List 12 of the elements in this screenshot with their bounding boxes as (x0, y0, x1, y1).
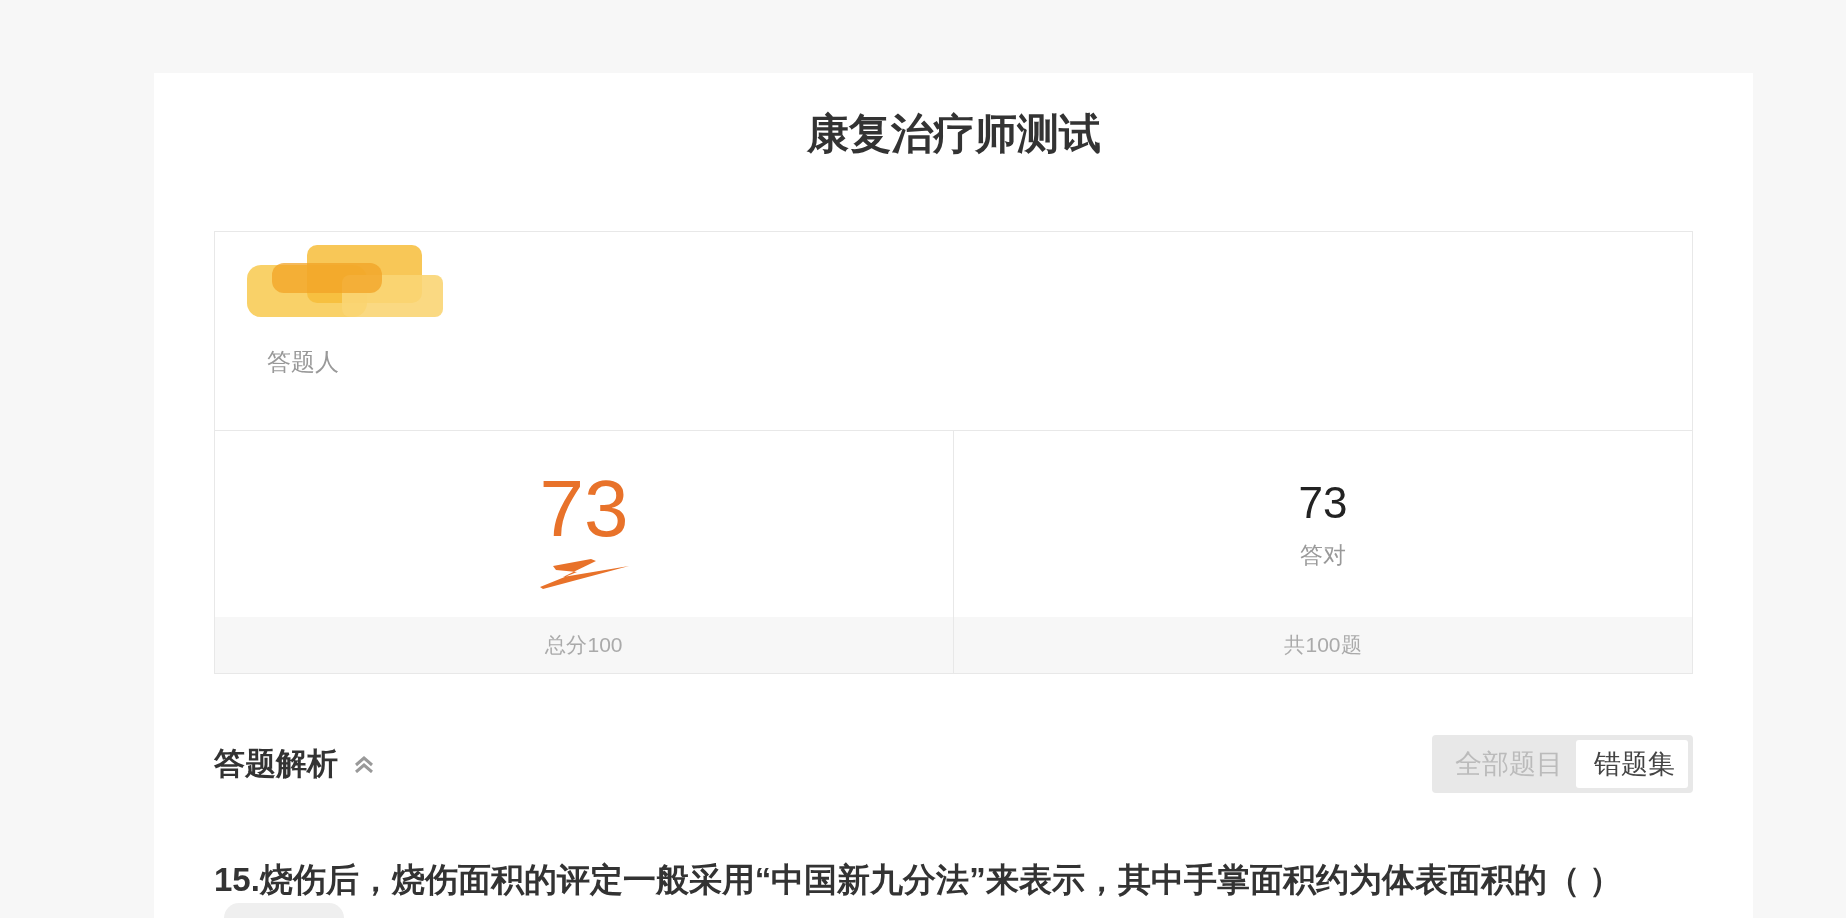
stat-footer: 共100题 (954, 617, 1692, 673)
correct-count: 73 (1298, 479, 1348, 527)
section-title: 答题解析 (214, 745, 338, 783)
correct-label: 答对 (1300, 541, 1346, 569)
page-title: 康复治疗师测试 (805, 109, 1102, 159)
score-value: 73 (539, 469, 629, 549)
question-text: 15.烧伤后，烧伤面积的评定一般采用“中国新九分法”来表示，其中手掌面积约为体表面积的（ ） (214, 860, 1623, 900)
stat-footer: 总分100 (215, 617, 953, 673)
respondent-label: 答题人 (267, 347, 339, 377)
filter-tab[interactable]: 错题集 (1576, 740, 1688, 788)
swoosh-underline-icon (539, 559, 629, 589)
double-chevron-icon[interactable] (354, 755, 374, 773)
